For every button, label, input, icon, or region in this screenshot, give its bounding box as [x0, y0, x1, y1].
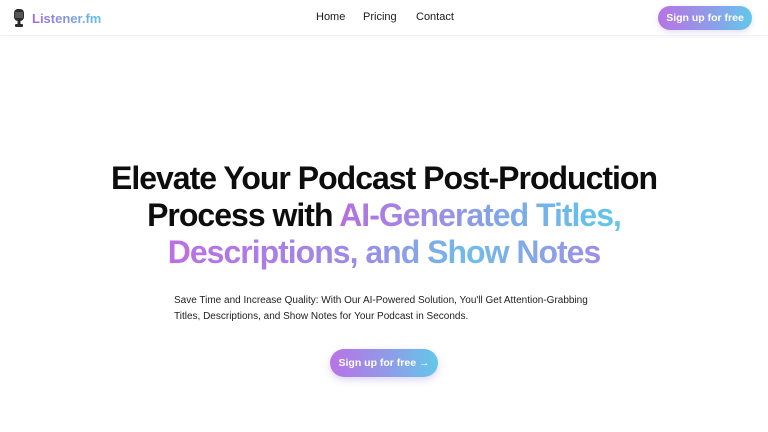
- brand-name: Listener.fm: [32, 10, 102, 26]
- brand-logo-link[interactable]: Listener.fm: [11, 8, 101, 28]
- hero-title-line2-plain: Process with: [147, 197, 340, 233]
- hero-title-line3-highlight: Descriptions, and Show Notes: [167, 234, 602, 270]
- hero-signup-button[interactable]: Sign up for free →: [330, 349, 438, 377]
- site-header: Listener.fm Home Pricing Contact Sign up…: [0, 0, 768, 36]
- hero-title: Elevate Your Podcast Post-Production Pro…: [0, 160, 768, 271]
- header-signup-button[interactable]: Sign up for free: [658, 6, 752, 30]
- microphone-icon: [11, 8, 27, 28]
- hero-subtitle: Save Time and Increase Quality: With Our…: [174, 295, 588, 322]
- hero-title-line2-highlight: AI-Generated Titles,: [339, 197, 622, 233]
- nav-link-contact[interactable]: Contact: [416, 11, 454, 23]
- nav-link-pricing[interactable]: Pricing: [363, 11, 397, 23]
- landing-page: Listener.fm Home Pricing Contact Sign up…: [0, 0, 768, 432]
- nav-link-home[interactable]: Home: [316, 11, 345, 23]
- hero-title-line1: Elevate Your Podcast Post-Production: [110, 160, 658, 196]
